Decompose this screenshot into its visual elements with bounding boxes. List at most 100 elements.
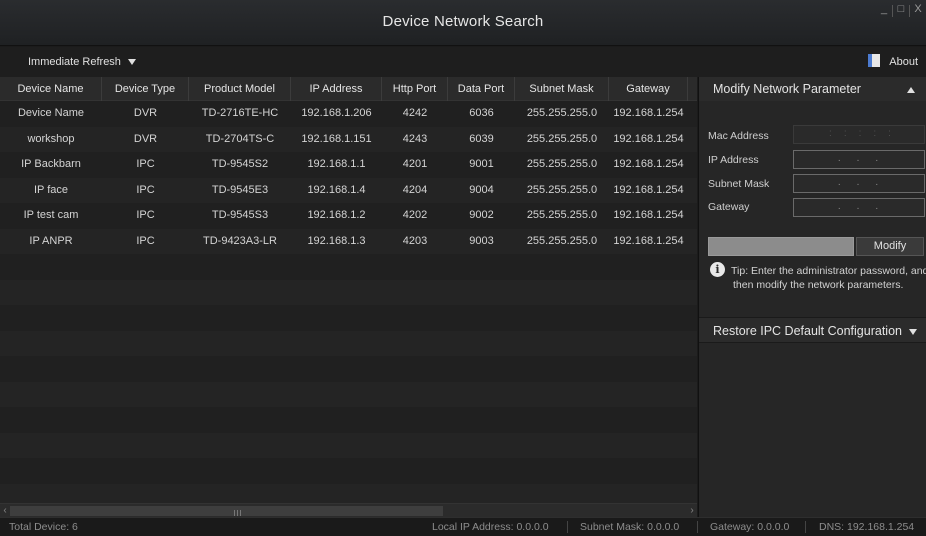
- total-device-count: Total Device: 6: [9, 521, 78, 533]
- empty-row: [0, 330, 697, 356]
- gateway-label: Gateway: [708, 201, 750, 213]
- close-button[interactable]: X: [910, 2, 926, 18]
- cell-ip-address: 192.168.1.2: [307, 209, 366, 221]
- empty-row: [0, 381, 697, 407]
- cell-product-model: TD-2716TE-HC: [201, 107, 279, 119]
- cell-gateway: 192.168.1.254: [613, 183, 684, 196]
- cell-data-port: 9004: [469, 183, 494, 196]
- title-bar: Device Network Search _ □ X: [0, 0, 926, 46]
- maximize-button[interactable]: □: [893, 2, 909, 18]
- expand-down-icon[interactable]: [909, 329, 917, 335]
- info-icon: i: [710, 262, 725, 277]
- caret-down-icon[interactable]: [127, 59, 136, 66]
- cell-product-model: TD-9545S3: [211, 209, 269, 221]
- status-divider: [567, 521, 568, 533]
- ip-address-label: IP Address: [708, 154, 759, 166]
- gateway-field[interactable]: ...: [793, 198, 925, 217]
- mac-address-field: :::::: [793, 125, 925, 144]
- gateway-status: Gateway: 0.0.0.0: [710, 521, 790, 533]
- table-row[interactable]: Device Name DVR TD-2716TE-HC 192.168.1.206 4…: [0, 101, 697, 127]
- cell-gateway: 192.168.1.254: [613, 234, 684, 247]
- table-row[interactable]: IP face IPC TD-9545E3 192.168.1.4 4204 9004 25…: [0, 177, 697, 203]
- status-bar: Total Device: 6 Local IP Address: 0.0.0.…: [0, 517, 926, 536]
- scroll-left-icon[interactable]: ‹: [0, 504, 10, 518]
- table-row[interactable]: workshop DVR TD-2704TS-C 192.168.1.151 4243 6…: [0, 126, 697, 152]
- cell-device-type: IPC: [136, 183, 155, 196]
- status-divider: [697, 521, 698, 533]
- cell-ip-address: 192.168.1.4: [307, 183, 366, 196]
- cell-http-port: 4201: [402, 158, 428, 170]
- dns-status: DNS: 192.168.1.254: [819, 521, 915, 533]
- empty-row: [0, 356, 697, 382]
- minimize-button[interactable]: _: [876, 2, 892, 18]
- column-header-device-type[interactable]: Device Type: [102, 77, 189, 101]
- column-header-device-name[interactable]: Device Name: [0, 77, 102, 101]
- cell-gateway: 192.168.1.254: [613, 158, 684, 170]
- cell-product-model: TD-2704TS-C: [205, 132, 275, 145]
- window-title: Device Network Search: [382, 13, 544, 30]
- cell-subnet-mask: 255.255.255.0: [526, 132, 598, 145]
- modify-button[interactable]: Modify: [856, 237, 924, 256]
- subnet-mask-field[interactable]: ...: [793, 174, 925, 193]
- column-header-subnet-mask[interactable]: Subnet Mask: [515, 77, 609, 101]
- cell-device-name: IP Backbarn: [21, 158, 81, 170]
- column-header-gateway[interactable]: Gateway: [609, 77, 688, 101]
- column-header-http-port[interactable]: Http Port: [382, 77, 448, 101]
- mac-address-label: Mac Address: [708, 130, 769, 142]
- cell-device-type: DVR: [133, 132, 158, 145]
- cell-device-type: IPC: [136, 209, 155, 221]
- collapse-up-icon[interactable]: [907, 87, 915, 93]
- cell-device-name: IP face: [33, 183, 69, 196]
- cell-data-port: 9003: [469, 234, 494, 247]
- cell-gateway: 192.168.1.254: [613, 132, 684, 145]
- table-row[interactable]: IP Backbarn IPC TD-9545S2 192.168.1.1 4201 90…: [0, 152, 697, 178]
- cell-product-model: TD-9423A3-LR: [203, 234, 277, 247]
- table-row[interactable]: IP test cam IPC TD-9545S3 192.168.1.2 4202 90…: [0, 203, 697, 229]
- subnet-mask-label: Subnet Mask: [708, 178, 770, 190]
- column-header-product-model[interactable]: Product Model: [189, 77, 291, 101]
- tip-line-1: Tip: Enter the administrator password, a…: [731, 265, 926, 277]
- table-body: Device Name DVR TD-2716TE-HC 192.168.1.206 4…: [0, 101, 697, 503]
- status-divider: [805, 521, 806, 533]
- cell-device-name: IP test cam: [23, 209, 79, 221]
- cell-device-name: workshop: [27, 132, 75, 145]
- local-ip-status: Local IP Address: 0.0.0.0: [432, 521, 549, 533]
- empty-row: [0, 407, 697, 433]
- restore-ipc-default-header[interactable]: Restore IPC Default Configuration: [699, 317, 926, 343]
- password-input[interactable]: [708, 237, 854, 256]
- scroll-right-icon[interactable]: ›: [687, 504, 697, 518]
- horizontal-scrollbar[interactable]: ‹ ›: [0, 503, 697, 517]
- cell-subnet-mask: 255.255.255.0: [526, 209, 598, 221]
- ip-address-field[interactable]: ...: [793, 150, 925, 169]
- empty-row: [0, 458, 697, 484]
- book-icon[interactable]: [868, 54, 880, 67]
- column-header-data-port[interactable]: Data Port: [448, 77, 515, 101]
- scrollbar-thumb[interactable]: [10, 506, 443, 516]
- column-header-ip-address[interactable]: IP Address: [291, 77, 382, 101]
- modify-network-parameter-header[interactable]: Modify Network Parameter: [699, 77, 926, 101]
- table-header: Device Name Device Type Product Model IP Ad…: [0, 77, 697, 101]
- cell-device-type: IPC: [136, 158, 155, 170]
- toolbar: Immediate Refresh About: [0, 47, 926, 77]
- empty-row: [0, 279, 697, 305]
- cell-subnet-mask: 255.255.255.0: [526, 107, 598, 119]
- grip-icon: [234, 510, 242, 516]
- cell-subnet-mask: 255.255.255.0: [526, 158, 598, 170]
- table-row[interactable]: IP ANPR IPC TD-9423A3-LR 192.168.1.3 4203 900…: [0, 228, 697, 254]
- cell-http-port: 4204: [402, 183, 428, 196]
- about-button[interactable]: About: [889, 56, 918, 68]
- subnet-status: Subnet Mask: 0.0.0.0: [580, 521, 680, 533]
- restore-title: Restore IPC Default Configuration: [713, 324, 902, 338]
- tip-line-2: then modify the network parameters.: [733, 279, 904, 291]
- empty-row: [0, 432, 697, 458]
- cell-device-type: IPC: [136, 234, 155, 247]
- cell-device-type: DVR: [133, 107, 158, 119]
- cell-ip-address: 192.168.1.206: [301, 107, 372, 119]
- immediate-refresh-dropdown[interactable]: Immediate Refresh: [28, 56, 136, 68]
- tip-text: Tip: Enter the administrator password, a…: [731, 264, 926, 292]
- refresh-label: Immediate Refresh: [28, 56, 121, 68]
- cell-http-port: 4202: [402, 209, 428, 221]
- device-table: Device Name Device Type Product Model IP Ad…: [0, 77, 697, 503]
- cell-device-name: Device Name: [17, 107, 85, 119]
- cell-gateway: 192.168.1.254: [613, 107, 684, 119]
